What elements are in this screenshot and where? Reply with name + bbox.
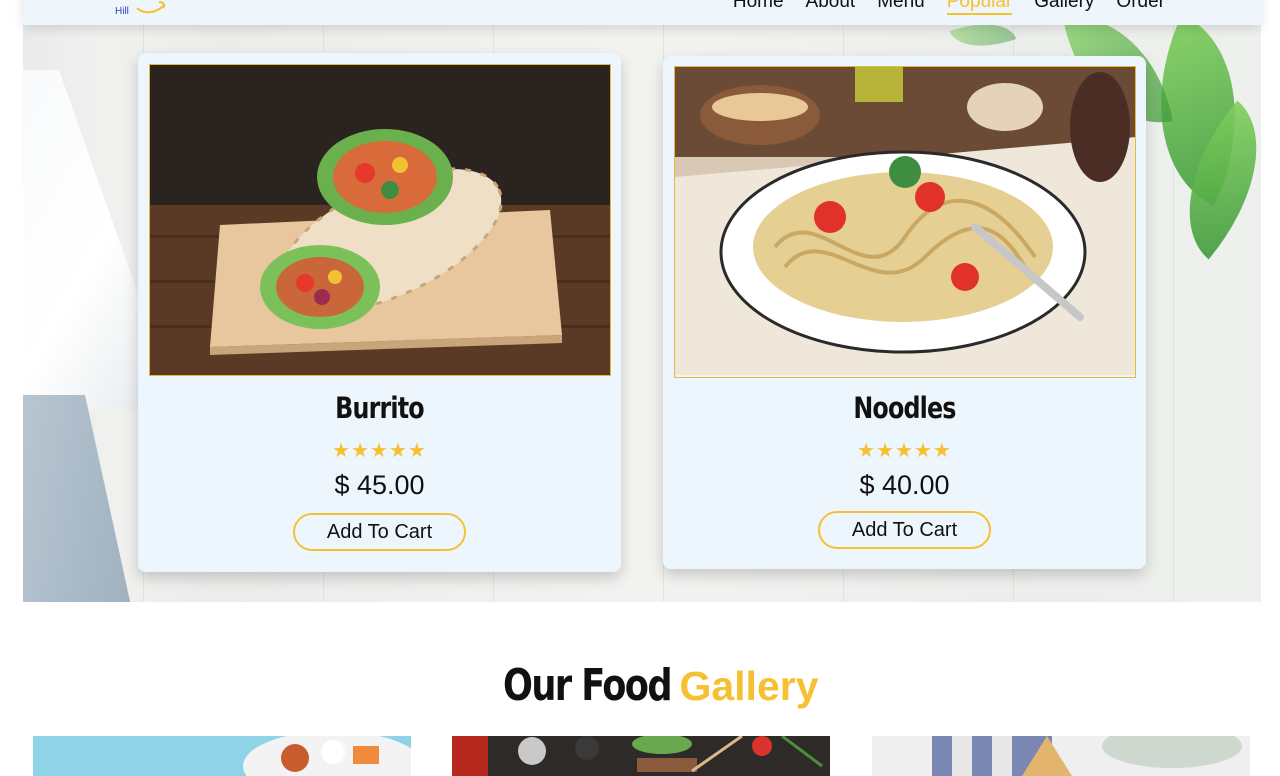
nav-link-popular[interactable]: Popular [946,0,1013,15]
burrito-image [149,64,611,376]
logo-icon [136,1,166,14]
noodles-image [674,66,1136,378]
gallery-heading-part1: Our Food [503,660,673,711]
nav-link-order[interactable]: Order [1116,0,1165,11]
product-price: $ 40.00 [859,470,950,500]
knife-blade-decoration [23,70,143,410]
product-title: Burrito [335,391,424,425]
gallery-image-2[interactable] [452,736,830,776]
rating-stars-icon: ★★★★★ [332,440,427,462]
add-to-cart-button[interactable]: Add To Cart [818,511,991,549]
nav-link-home[interactable]: Home [733,0,784,11]
knife-handle-decoration [23,395,133,602]
gallery-heading-part2: Gallery [679,663,819,709]
gallery-heading: Our Food Gallery [0,660,1280,711]
product-card-noodles: Noodles ★★★★★ $ 40.00 Add To Cart [663,56,1146,569]
nav-link-menu[interactable]: Menu [877,0,925,11]
product-card-burrito: Burrito ★★★★★ $ 45.00 Add To Cart [138,53,621,572]
brand-text: Hill [115,6,129,17]
nav-link-about[interactable]: About [806,0,856,11]
add-to-cart-button[interactable]: Add To Cart [293,513,466,551]
nav-link-gallery[interactable]: Gallery [1034,0,1094,11]
gallery-image-1[interactable] [33,736,411,776]
main-nav: Home About Menu Popular Gallery Order [733,0,1165,25]
top-navbar: Hill Home About Menu Popular Gallery Ord… [23,0,1261,25]
rating-stars-icon: ★★★★★ [857,440,952,462]
product-price: $ 45.00 [334,470,425,500]
gallery-image-3[interactable] [872,736,1250,776]
product-title: Noodles [853,391,956,425]
